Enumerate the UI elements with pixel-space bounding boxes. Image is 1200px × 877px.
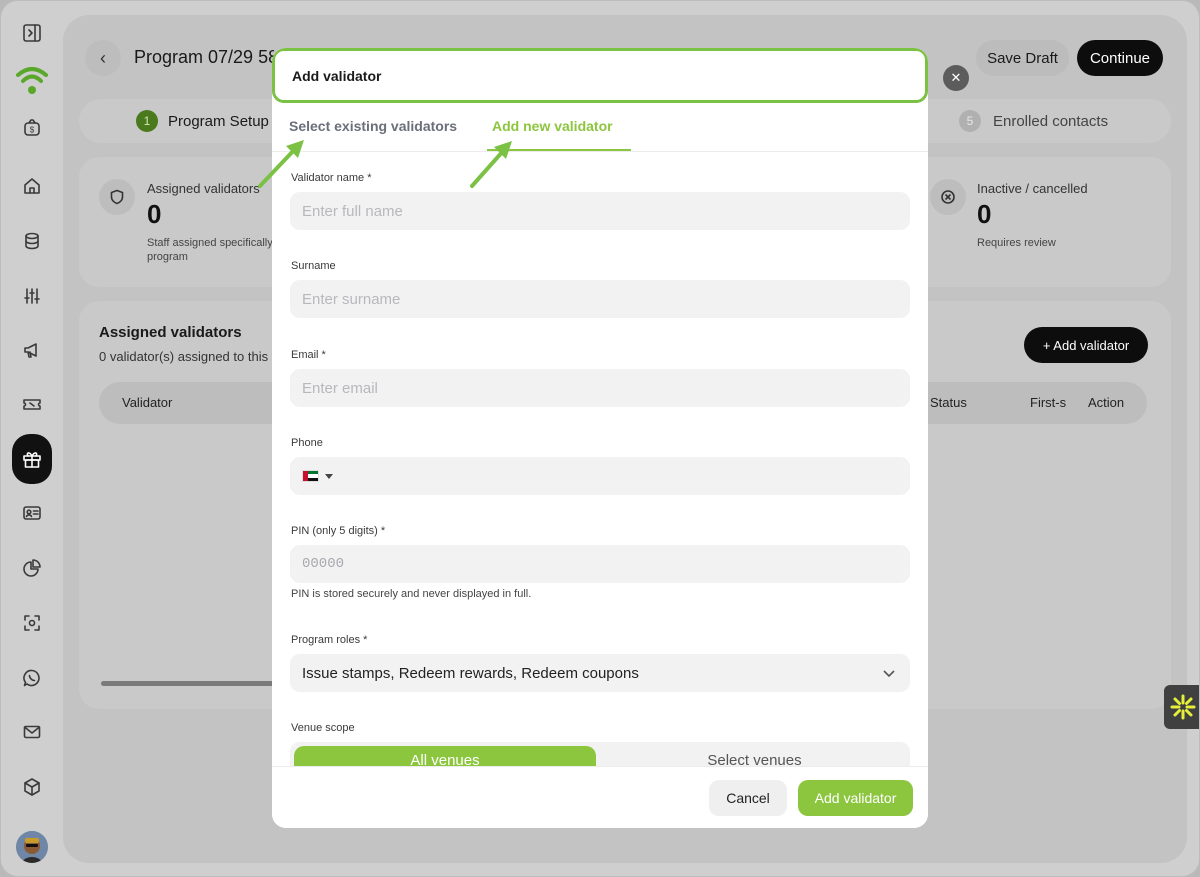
sliders-icon[interactable]: [19, 283, 45, 309]
shield-icon: [99, 179, 135, 215]
cube-icon[interactable]: [19, 774, 45, 800]
svg-text:$: $: [30, 126, 35, 135]
add-validator-submit-button[interactable]: Add validator: [798, 780, 913, 816]
program-roles-label: Program roles *: [291, 634, 368, 646]
annotation-arrow-icon: [470, 141, 512, 188]
uae-flag-icon[interactable]: [302, 470, 319, 482]
step-program-setup[interactable]: 1 Program Setup: [136, 110, 269, 132]
modal-title: Add validator: [292, 68, 382, 84]
sidebar-toggle-icon[interactable]: [19, 20, 45, 46]
phone-input[interactable]: [342, 467, 910, 485]
whatsapp-icon[interactable]: [19, 665, 45, 691]
validator-name-input[interactable]: [302, 202, 910, 220]
save-draft-button[interactable]: Save Draft: [976, 40, 1069, 76]
validator-name-field[interactable]: [290, 192, 910, 230]
pie-chart-icon[interactable]: [19, 555, 45, 581]
pin-field[interactable]: [290, 545, 910, 583]
add-validator-open-button[interactable]: + Add validator: [1024, 327, 1148, 363]
scan-icon[interactable]: [19, 610, 45, 636]
ticket-icon[interactable]: [19, 391, 45, 417]
surname-label: Surname: [291, 260, 336, 272]
pin-label: PIN (only 5 digits) *: [291, 525, 386, 537]
horizontal-scrollbar[interactable]: [101, 681, 281, 686]
sidebar: $: [1, 1, 63, 876]
inactive-cancelled-description: Requires review: [977, 237, 1056, 249]
assigned-validators-label: Assigned validators: [147, 181, 260, 196]
column-header-first-seen[interactable]: First-s: [1030, 395, 1066, 410]
phone-label: Phone: [291, 437, 323, 449]
email-input[interactable]: [302, 379, 910, 397]
database-icon[interactable]: [19, 228, 45, 254]
modal-footer: Cancel Add validator: [272, 766, 928, 828]
add-validator-modal: Add validator Select existing validators…: [272, 48, 928, 828]
step-enrolled-contacts[interactable]: 5 Enrolled contacts: [959, 110, 1108, 132]
table-subtitle: 0 validator(s) assigned to this: [99, 349, 269, 364]
step-label: Program Setup: [168, 112, 269, 130]
step-number: 1: [136, 110, 158, 132]
brand-logo-icon: [14, 63, 50, 97]
assigned-validators-description: Staff assigned specifically program: [147, 237, 273, 263]
back-button[interactable]: ‹: [85, 40, 121, 76]
chevron-down-icon: [882, 666, 896, 680]
surname-field[interactable]: [290, 280, 910, 318]
country-dropdown-icon[interactable]: [324, 473, 333, 479]
phone-field[interactable]: [290, 457, 910, 495]
close-modal-button[interactable]: ✕: [943, 65, 969, 91]
step-label: Enrolled contacts: [993, 112, 1109, 130]
step-number: 5: [959, 110, 981, 132]
annotation-arrow-icon: [258, 140, 304, 188]
avatar[interactable]: [16, 831, 48, 863]
id-card-icon[interactable]: [19, 500, 45, 526]
cancel-button[interactable]: Cancel: [709, 780, 787, 816]
email-field[interactable]: [290, 369, 910, 407]
page-title: Program 07/29 58: [134, 47, 274, 67]
tab-add-new-validator[interactable]: Add new validator: [492, 118, 613, 134]
tabs-divider: [272, 151, 928, 152]
venue-scope-label: Venue scope: [291, 722, 355, 734]
pin-input[interactable]: [302, 556, 910, 572]
inactive-cancelled-count: 0: [977, 199, 992, 229]
column-header-status[interactable]: Status: [930, 395, 967, 410]
sparkle-icon: [1170, 694, 1195, 720]
megaphone-icon[interactable]: [19, 337, 45, 363]
mail-icon[interactable]: [19, 719, 45, 745]
help-widget-button[interactable]: [1164, 685, 1199, 729]
pin-help-text: PIN is stored securely and never display…: [291, 588, 532, 600]
column-header-action[interactable]: Action: [1088, 395, 1124, 410]
continue-button[interactable]: Continue: [1077, 40, 1163, 76]
wallet-icon[interactable]: $: [19, 115, 45, 141]
column-header-validator[interactable]: Validator: [122, 395, 172, 410]
table-title: Assigned validators: [99, 324, 242, 341]
program-roles-select[interactable]: Issue stamps, Redeem rewards, Redeem cou…: [290, 654, 910, 692]
program-roles-value: Issue stamps, Redeem rewards, Redeem cou…: [302, 664, 639, 682]
email-label: Email *: [291, 349, 326, 361]
inactive-cancelled-label: Inactive / cancelled: [977, 181, 1088, 196]
home-icon[interactable]: [19, 173, 45, 199]
surname-input[interactable]: [302, 290, 910, 308]
tab-select-existing-validators[interactable]: Select existing validators: [289, 118, 457, 134]
x-circle-icon: [930, 179, 966, 215]
gift-icon[interactable]: [12, 434, 52, 484]
modal-header: Add validator: [272, 48, 928, 103]
assigned-validators-count: 0: [147, 199, 162, 229]
